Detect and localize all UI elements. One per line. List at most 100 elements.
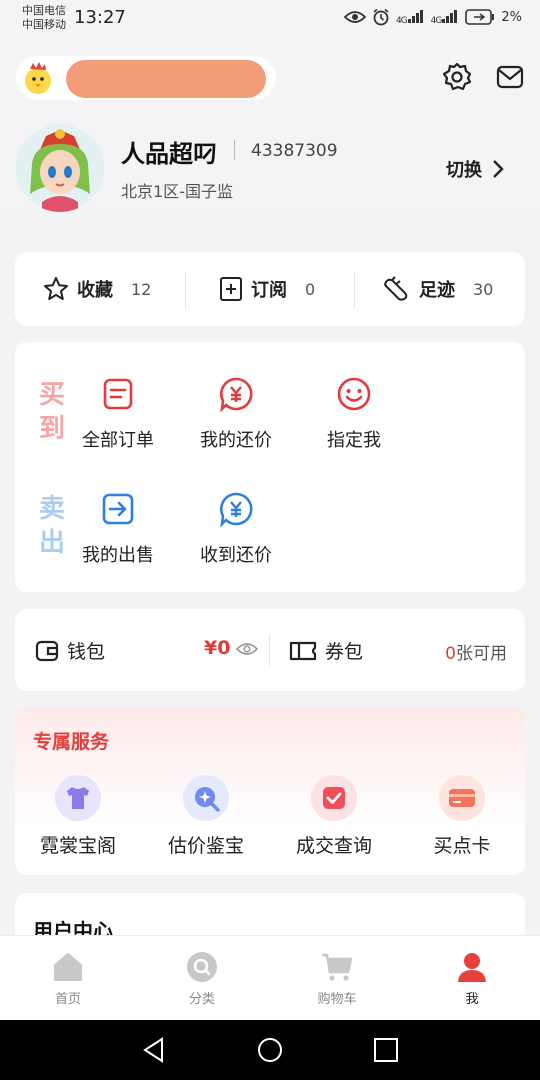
received-counteroffer-button[interactable]: 收到还价 [186, 491, 286, 567]
user-icon [458, 953, 486, 982]
tshirt-icon [67, 787, 89, 809]
redacted-username [66, 60, 266, 98]
service-icon-bubble [311, 775, 357, 821]
bottom-tab-bar: 首页 分类 购物车 我 [0, 935, 540, 1020]
order-item-label: 指定我 [327, 430, 381, 451]
user-id: 43387309 [251, 141, 338, 161]
coupon-count: 0 [445, 644, 456, 664]
stat-favorites[interactable]: 收藏 12 [43, 252, 151, 326]
sell-arrow-icon [102, 493, 134, 525]
system-nav-bar [0, 1020, 540, 1080]
order-list-icon [103, 378, 133, 410]
tab-home[interactable]: 首页 [18, 936, 118, 1021]
buy-side-label: 买到 [38, 380, 65, 444]
switch-button[interactable]: 切换 [446, 156, 504, 182]
eye-icon [343, 11, 366, 23]
coupon-button[interactable]: 券包 [289, 637, 363, 664]
divider [354, 271, 355, 309]
carrier-1: 中国电信 [22, 4, 66, 17]
footprint-icon [384, 276, 408, 301]
sell-side-label: 卖出 [38, 494, 65, 558]
wallet-button[interactable]: 钱包 [35, 637, 105, 664]
wallet-icon [35, 640, 59, 661]
service-label: 买点卡 [433, 835, 491, 857]
designated-me-button[interactable]: 指定我 [304, 376, 404, 452]
id-separator [234, 140, 235, 160]
service-label: 霓裳宝阁 [39, 835, 116, 857]
order-item-label: 我的出售 [82, 545, 154, 566]
service-appraisal[interactable]: 估价鉴宝 [151, 775, 261, 858]
all-orders-button[interactable]: 全部订单 [68, 376, 168, 452]
stats-card: 收藏 12 订阅 0 足迹 30 [15, 252, 525, 326]
home-circle-icon[interactable] [256, 1036, 284, 1064]
services-title: 专属服务 [33, 731, 110, 753]
home-icon [54, 953, 82, 981]
star-icon [44, 277, 68, 300]
service-icon-bubble [55, 775, 101, 821]
service-buy-card[interactable]: 买点卡 [407, 775, 517, 858]
chick-mascot-icon [25, 62, 51, 94]
status-bar: 中国电信 中国移动 13:27 4G 4G 2% [0, 0, 540, 40]
tab-label: 首页 [54, 992, 81, 1007]
service-wardrobe[interactable]: 霓裳宝阁 [23, 775, 133, 858]
stat-subscriptions[interactable]: 订阅 0 [219, 252, 315, 326]
back-icon[interactable] [140, 1036, 168, 1064]
tab-label: 购物车 [317, 992, 357, 1007]
carrier-2: 中国移动 [22, 18, 66, 31]
clock: 13:27 [74, 7, 126, 28]
account-pill[interactable] [16, 56, 276, 100]
battery-level: 2% [501, 9, 522, 25]
wallet-label: 钱包 [67, 641, 106, 663]
avatar-character-icon [16, 124, 104, 212]
eye-toggle-icon[interactable] [236, 642, 258, 656]
card-icon [449, 789, 475, 807]
switch-label: 切换 [446, 160, 482, 181]
wallet-balance: ¥0 [204, 637, 231, 659]
signal-2: 4G [431, 9, 460, 26]
tab-category[interactable]: 分类 [152, 936, 252, 1021]
tab-label: 分类 [188, 992, 215, 1007]
cart-icon [322, 953, 353, 981]
stat-label: 收藏 [77, 280, 113, 301]
subscribe-icon [220, 277, 242, 301]
stat-label: 订阅 [251, 280, 287, 301]
service-icon-bubble [439, 775, 485, 821]
stat-count: 12 [131, 279, 152, 299]
signal-1: 4G [396, 9, 425, 26]
settings-gear-icon[interactable] [442, 62, 472, 92]
my-counteroffer-button[interactable]: 我的还价 [186, 376, 286, 452]
coupon-availability: 0张可用 [445, 639, 507, 664]
battery-icon [465, 9, 495, 25]
smile-icon [337, 377, 371, 411]
order-item-label: 全部订单 [82, 430, 154, 451]
coupon-label: 券包 [325, 641, 364, 663]
order-item-label: 我的还价 [200, 430, 272, 451]
stat-footprints[interactable]: 足迹 30 [383, 252, 493, 326]
service-label: 估价鉴宝 [167, 835, 244, 857]
service-deal-query[interactable]: 成交查询 [279, 775, 389, 858]
category-search-icon [187, 952, 217, 982]
my-sales-button[interactable]: 我的出售 [68, 491, 168, 567]
chevron-right-icon [493, 160, 504, 178]
stat-count: 30 [473, 279, 494, 299]
wallet-card: 钱包 ¥0 券包 0张可用 [15, 609, 525, 691]
stat-count: 0 [305, 279, 316, 299]
tab-cart[interactable]: 购物车 [287, 936, 387, 1021]
check-card-icon [323, 787, 345, 809]
avatar[interactable] [16, 124, 104, 212]
nickname: 人品超叼 [121, 140, 217, 168]
divider [269, 634, 270, 666]
orders-card: 买到 卖出 全部订单 我的还价 指定我 我的出售 收到还价 [15, 342, 525, 592]
stat-label: 足迹 [419, 280, 455, 301]
recents-icon[interactable] [372, 1036, 400, 1064]
alarm-icon [373, 8, 389, 26]
carrier-names: 中国电信 中国移动 [22, 4, 66, 32]
yen-bubble-icon [220, 492, 253, 527]
service-label: 成交查询 [295, 835, 372, 857]
services-card: 专属服务 霓裳宝阁 估价鉴宝 成交查询 买点卡 [15, 707, 525, 875]
tab-label: 我 [465, 992, 479, 1007]
server-name: 北京1区-国子监 [121, 182, 233, 201]
mail-icon[interactable] [495, 62, 525, 92]
ticket-icon [289, 641, 317, 660]
tab-me[interactable]: 我 [422, 936, 522, 1021]
